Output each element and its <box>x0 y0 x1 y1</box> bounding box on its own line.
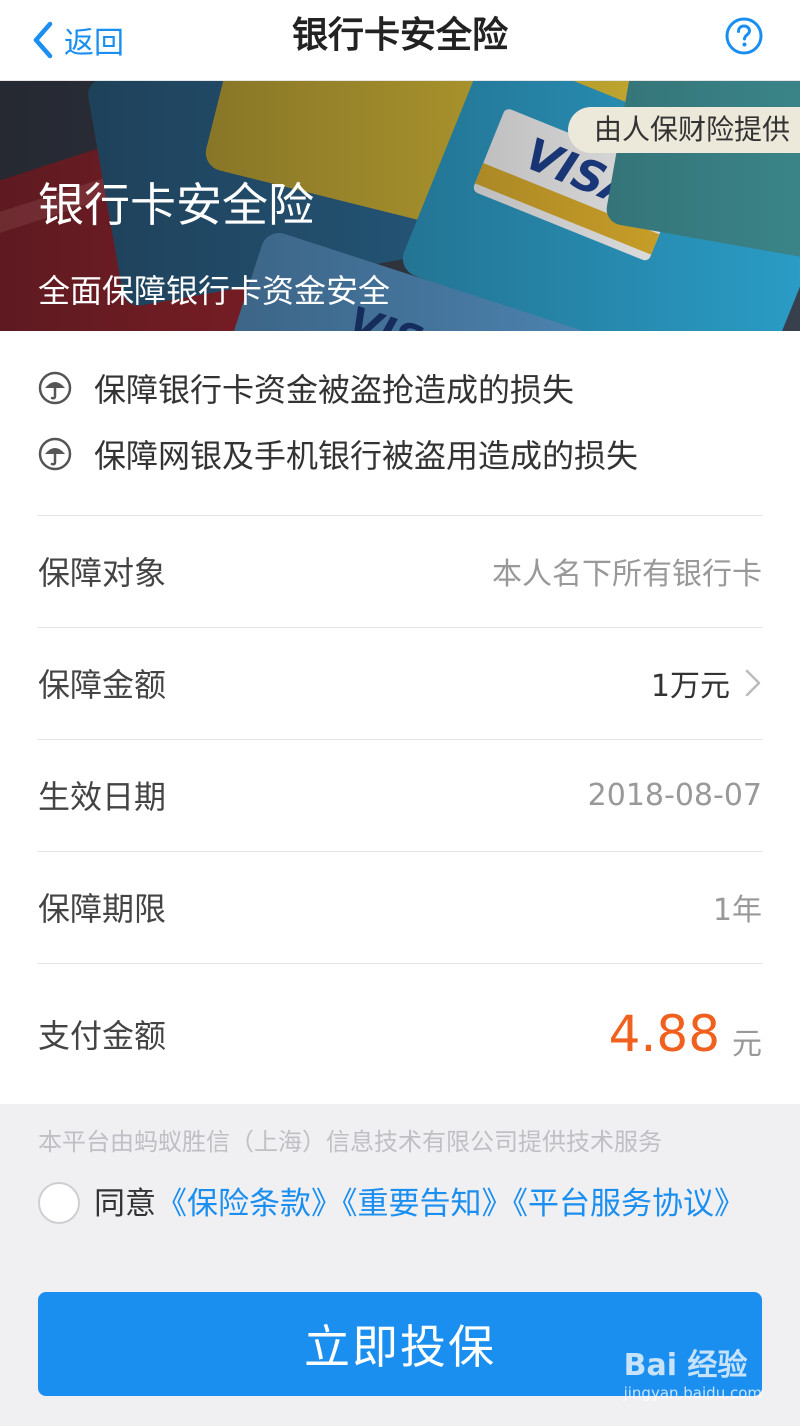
link-important-notice[interactable]: 《重要告知》 <box>342 1186 513 1222</box>
row-label: 生效日期 <box>38 778 167 816</box>
policy-card: 保障银行卡资金被盗抢造成的损失 保障网银及手机银行被盗用造成的损失 保障对象 本… <box>0 331 800 1104</box>
row-coverage-subject: 保障对象 本人名下所有银行卡 <box>38 515 762 626</box>
watermark-logo: Bai 经验 <box>623 1348 748 1383</box>
payment-value: 4.88 元 <box>609 1005 762 1063</box>
row-label: 保障金额 <box>38 666 167 704</box>
chevron-right-icon <box>745 669 761 697</box>
coverage-amount-selector[interactable]: 1万元 <box>651 661 762 705</box>
row-coverage-term: 保障期限 1年 <box>38 851 762 962</box>
row-value: 本人名下所有银行卡 <box>492 557 762 592</box>
benefit-text: 保障银行卡资金被盗抢造成的损失 <box>94 371 575 409</box>
row-label: 保障期限 <box>38 890 167 928</box>
link-platform-agreement[interactable]: 《平台服务协议》 <box>513 1186 746 1222</box>
watermark: Bai 经验 jingyan.baidu.com <box>624 1340 762 1402</box>
payment-amount: 4.88 <box>608 1005 720 1063</box>
row-label: 保障对象 <box>38 554 167 592</box>
row-value: 1年 <box>712 893 762 928</box>
benefit-item: 保障银行卡资金被盗抢造成的损失 <box>38 365 574 411</box>
row-value: 2018-08-07 <box>587 777 762 813</box>
row-label: 支付金额 <box>38 1017 167 1055</box>
watermark-url: jingyan.baidu.com <box>623 1384 762 1402</box>
benefit-text: 保障网银及手机银行被盗用造成的损失 <box>94 437 639 475</box>
benefit-item: 保障网银及手机银行被盗用造成的损失 <box>38 431 638 477</box>
question-circle-icon[interactable] <box>724 16 764 56</box>
umbrella-icon <box>38 371 72 405</box>
row-payment-amount: 支付金额 4.88 元 <box>38 963 762 1104</box>
agreement-checkbox[interactable] <box>38 1181 80 1224</box>
page-title: 银行卡安全险 <box>291 15 508 56</box>
banner-title: 银行卡安全险 <box>38 178 314 232</box>
payment-unit: 元 <box>732 1027 762 1062</box>
agree-prefix: 同意 <box>94 1186 156 1222</box>
row-value: 1万元 <box>650 669 730 704</box>
row-effective-date: 生效日期 2018-08-07 <box>38 739 762 850</box>
provider-badge: 由人保财险提供 <box>567 107 800 153</box>
navigation-bar: 返回 银行卡安全险 <box>0 0 800 81</box>
link-insurance-terms[interactable]: 《保险条款》 <box>156 1186 342 1222</box>
row-coverage-amount[interactable]: 保障金额 1万元 <box>38 627 762 738</box>
hero-banner: VISA VISA 由人保财险提供 银行卡安全险 全面保障银行卡资金安全 <box>0 81 800 331</box>
umbrella-icon <box>38 437 72 471</box>
banner-subtitle: 全面保障银行卡资金安全 <box>38 272 391 310</box>
tech-service-notice: 本平台由蚂蚁胜信（上海）信息技术有限公司提供技术服务 <box>38 1128 662 1156</box>
agreement-row: 同意《保险条款》《重要告知》《平台服务协议》 <box>38 1180 762 1228</box>
